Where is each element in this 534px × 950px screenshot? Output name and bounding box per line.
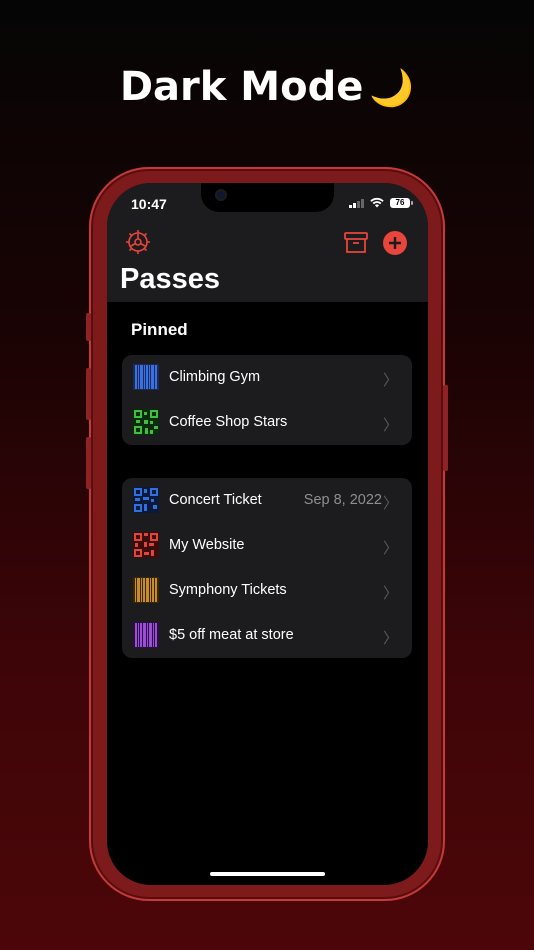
list-item-coffee-shop-stars[interactable]: Coffee Shop Stars 〉 [122, 400, 412, 445]
list-item-meat-coupon[interactable]: $5 off meat at store 〉 [122, 613, 412, 658]
status-time: 10:47 [131, 196, 167, 212]
nav-header: 10:47 76 Passes [107, 183, 428, 302]
list-item-label: Symphony Tickets [169, 582, 287, 598]
list-item-label: Climbing Gym [169, 369, 261, 385]
page-title: Passes [120, 263, 220, 295]
list-item-my-website[interactable]: My Website 〉 [122, 523, 412, 568]
chevron-right-icon: 〉 [382, 495, 398, 512]
barcode-icon [133, 577, 159, 603]
cellular-signal-icon [349, 198, 364, 208]
phone-screen: 10:47 76 Passes Pinned Climbing Gym 〉 Co… [107, 183, 428, 885]
wifi-icon [370, 197, 384, 208]
moon-icon: 🌙 [369, 68, 415, 109]
chevron-right-icon: 〉 [382, 372, 398, 389]
barcode-icon [133, 622, 159, 648]
volume-up-button [86, 368, 91, 420]
barcode-icon [133, 364, 159, 390]
qr-code-icon [133, 487, 159, 513]
power-button [443, 385, 448, 471]
pinned-list: Climbing Gym 〉 Coffee Shop Stars 〉 [122, 355, 412, 445]
passes-list: Concert Ticket Sep 8, 2022 〉 My Website … [122, 478, 412, 658]
archive-icon[interactable] [344, 232, 368, 254]
volume-down-button [86, 437, 91, 489]
headline-text: Dark Mode [119, 64, 364, 110]
list-item-label: My Website [169, 537, 245, 553]
status-icons: 76 [349, 197, 413, 208]
list-item-concert-ticket[interactable]: Concert Ticket Sep 8, 2022 〉 [122, 478, 412, 523]
chevron-right-icon: 〉 [382, 630, 398, 647]
notch [201, 183, 334, 212]
list-item-label: Coffee Shop Stars [169, 414, 288, 430]
list-item-label: Concert Ticket [169, 492, 262, 508]
event-date: Sep 8, 2022 [303, 492, 382, 508]
headline: Dark Mode 🌙 [0, 64, 534, 110]
mute-switch [86, 313, 91, 341]
list-item-symphony-tickets[interactable]: Symphony Tickets 〉 [122, 568, 412, 613]
chevron-right-icon: 〉 [382, 585, 398, 602]
list-item-climbing-gym[interactable]: Climbing Gym 〉 [122, 355, 412, 400]
add-pass-button[interactable] [383, 231, 407, 255]
chevron-right-icon: 〉 [382, 417, 398, 434]
settings-gear-icon[interactable] [125, 229, 151, 255]
qr-code-icon [133, 409, 159, 435]
battery-icon: 76 [390, 197, 413, 208]
home-indicator[interactable] [210, 872, 325, 876]
chevron-right-icon: 〉 [382, 540, 398, 557]
list-item-label: $5 off meat at store [169, 627, 294, 643]
pinned-section-header: Pinned [131, 320, 188, 339]
qr-code-icon [133, 532, 159, 558]
